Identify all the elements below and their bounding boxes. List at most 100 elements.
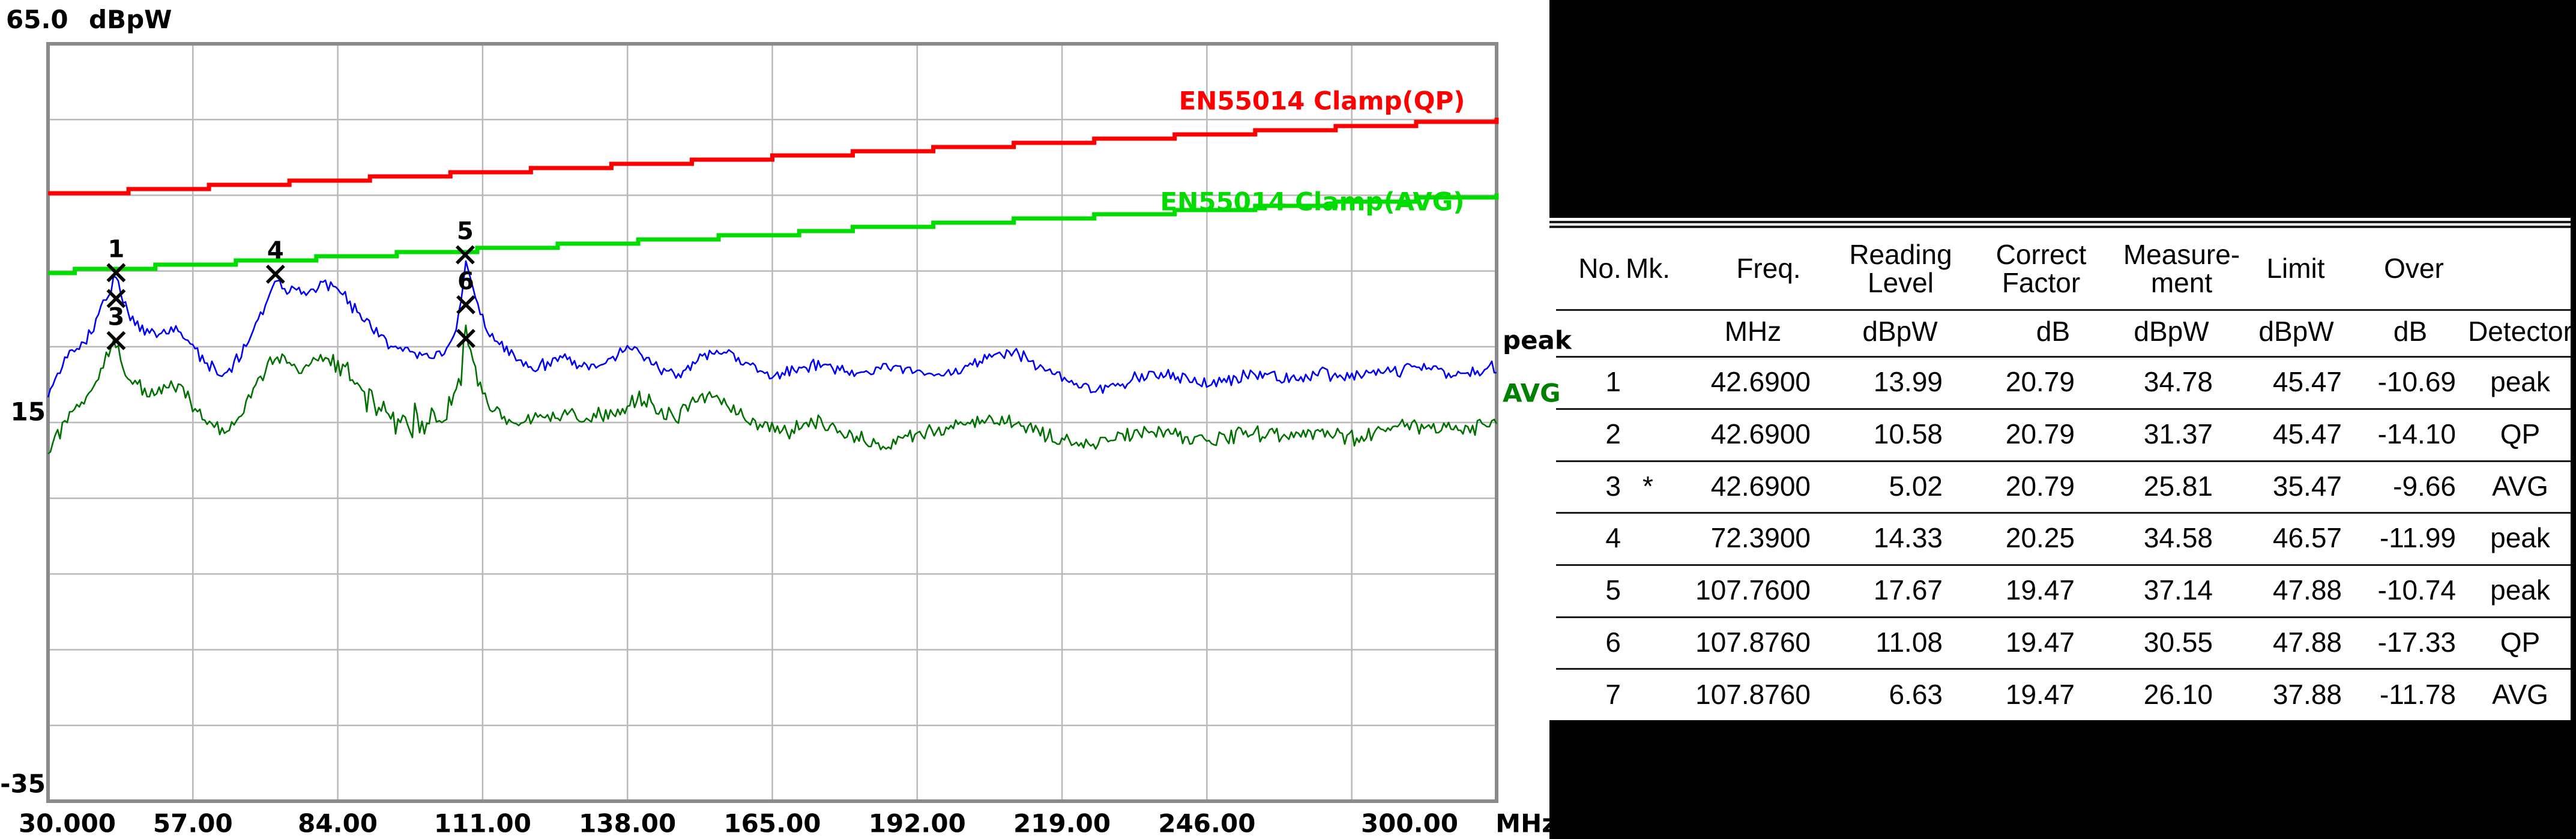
table-header-reading: Level: [1868, 266, 1934, 299]
table-cell-measurement-row1: 34.78: [2144, 365, 2213, 398]
table-cell-measurement-row6: 30.55: [2144, 626, 2213, 658]
table-cell-freq-row1: 42.6900: [1711, 365, 1811, 398]
table-cell-over-row3: -9.66: [2393, 470, 2456, 502]
x-tick-label-300.00: 300.00: [1361, 809, 1458, 838]
table-cell-reading-row2: 10.58: [1874, 418, 1943, 450]
table-cell-correct-row4: 20.25: [2006, 522, 2075, 554]
x-tick-label-192.00: 192.00: [869, 809, 966, 838]
table-unit-reading: dBpW: [1862, 315, 1937, 347]
marker-x-7: [457, 330, 474, 347]
table-double-rule: [1549, 226, 2576, 228]
table-cell-over-row2: -14.10: [2378, 418, 2456, 450]
marker-label-1: 1: [107, 235, 124, 263]
x-tick-label-84.00: 84.00: [298, 809, 378, 838]
table-cell-measurement-row7: 26.10: [2144, 678, 2213, 711]
y-axis-max-label: 65.0: [6, 5, 68, 34]
table-cell-correct-row1: 20.79: [2006, 365, 2075, 398]
table-cell-freq-row3: 42.6900: [1711, 470, 1811, 502]
marker-label-5: 5: [457, 218, 474, 245]
table-cell-reading-row5: 17.67: [1874, 574, 1943, 606]
x-tick-label-30.000: 30.000: [19, 809, 116, 838]
table-cell-no-row4: 4: [1605, 522, 1621, 554]
table-cell-reading-row7: 6.63: [1889, 678, 1943, 711]
marker-x-4: [267, 266, 284, 283]
table-unit-over: dB: [2394, 315, 2427, 347]
peak-trace-label: peak: [1503, 326, 1572, 355]
table-header-correct: Correct: [1996, 238, 2087, 271]
table-unit-freq: MHz: [1725, 315, 1782, 347]
table-header-reading: Reading: [1849, 238, 1952, 271]
table-cell-no-row2: 2: [1605, 418, 1621, 450]
table-header-limit: Limit: [2266, 252, 2324, 284]
table-cell-no-row7: 7: [1605, 678, 1621, 711]
table-bottom-black-panel: [1549, 720, 2576, 839]
table-cell-measurement-row2: 31.37: [2144, 418, 2213, 450]
table-row-separator: [1556, 564, 2576, 566]
table-cell-freq-row4: 72.3900: [1711, 522, 1811, 554]
table-row-separator: [1556, 512, 2576, 514]
x-tick-label-57.00: 57.00: [153, 809, 233, 838]
table-cell-reading-row1: 13.99: [1874, 365, 1943, 398]
y-axis-min-tick-label: -35: [0, 769, 46, 799]
table-cell-limit-row5: 47.88: [2273, 574, 2342, 606]
table-cell-limit-row3: 35.47: [2273, 470, 2342, 502]
limit-line-avg-label: EN55014 Clamp(AVG): [1160, 187, 1465, 217]
table-row-separator: [1556, 309, 2576, 311]
table-cell-detector-row1: peak: [2490, 365, 2550, 398]
table-cell-measurement-row5: 37.14: [2144, 574, 2213, 606]
table-cell-over-row5: -10.74: [2378, 574, 2456, 606]
limit-line-qp-label: EN55014 Clamp(QP): [1179, 86, 1465, 116]
y-axis-unit-label: dBpW: [89, 5, 172, 34]
x-axis-unit-label: MHz: [1495, 809, 1556, 838]
table-row-separator: [1556, 356, 2576, 358]
table-row-separator: [1556, 460, 2576, 462]
table-row-separator: [1556, 616, 2576, 618]
table-cell-correct-row2: 20.79: [2006, 418, 2075, 450]
x-tick-label-246.00: 246.00: [1158, 809, 1255, 838]
table-cell-no-row1: 1: [1605, 365, 1621, 398]
x-tick-label-111.00: 111.00: [434, 809, 531, 838]
table-header-no: No.: [1578, 252, 1621, 284]
table-cell-limit-row7: 37.88: [2273, 678, 2342, 711]
table-cell-correct-row5: 19.47: [2006, 574, 2075, 606]
table-cell-no-row3: 3: [1605, 470, 1621, 502]
table-header-correct: Factor: [2002, 266, 2080, 299]
table-unit-correct: dB: [2036, 315, 2070, 347]
table-header-mk: Mk.: [1626, 252, 1670, 284]
table-cell-over-row7: -11.78: [2380, 678, 2456, 711]
table-header-measurement: ment: [2151, 266, 2212, 299]
table-cell-freq-row6: 107.8760: [1695, 626, 1811, 658]
table-cell-over-row1: -10.69: [2378, 365, 2456, 398]
table-cell-no-row5: 5: [1605, 574, 1621, 606]
emission-spectrum-chart: 1 3 4 5 6: [0, 0, 1561, 839]
table-cell-reading-row4: 14.33: [1874, 522, 1943, 554]
marker-label-6: 6: [457, 268, 474, 295]
marker-label-4: 4: [267, 237, 284, 265]
table-cell-measurement-row4: 34.58: [2144, 522, 2213, 554]
marker-label-3: 3: [107, 304, 124, 331]
table-cell-freq-row5: 107.7600: [1695, 574, 1811, 606]
table-cell-freq-row7: 107.8760: [1695, 678, 1811, 711]
table-cell-correct-row7: 19.47: [2006, 678, 2075, 711]
table-cell-detector-row6: QP: [2500, 626, 2540, 658]
table-cell-correct-row3: 20.79: [2006, 470, 2075, 502]
table-cell-limit-row1: 45.47: [2273, 365, 2342, 398]
right-edge-black-strip: [2571, 0, 2576, 839]
table-cell-detector-row7: AVG: [2492, 678, 2548, 711]
table-cell-reading-row3: 5.02: [1889, 470, 1943, 502]
table-cell-mk-row3: *: [1642, 470, 1653, 502]
table-cell-detector-row3: AVG: [2492, 470, 2548, 502]
table-cell-no-row6: 6: [1605, 626, 1621, 658]
table-cell-freq-row2: 42.6900: [1711, 418, 1811, 450]
table-top-black-panel: [1549, 0, 2576, 218]
table-cell-over-row4: -11.99: [2380, 522, 2456, 554]
table-unit-limit: dBpW: [2258, 315, 2333, 347]
table-header-freq: Freq.: [1736, 252, 1800, 284]
table-row-separator: [1556, 408, 2576, 410]
x-tick-label-138.00: 138.00: [579, 809, 676, 838]
table-unit-measurement: dBpW: [2134, 315, 2209, 347]
y-axis-mid-tick-label: 15: [0, 397, 46, 427]
table-header-measurement: Measure-: [2123, 238, 2240, 271]
table-double-rule: [1549, 221, 2576, 223]
emc-measurement-report: 13456 65.0 dBpW 15 -35 MHz EN55014 Clamp…: [0, 0, 2576, 839]
